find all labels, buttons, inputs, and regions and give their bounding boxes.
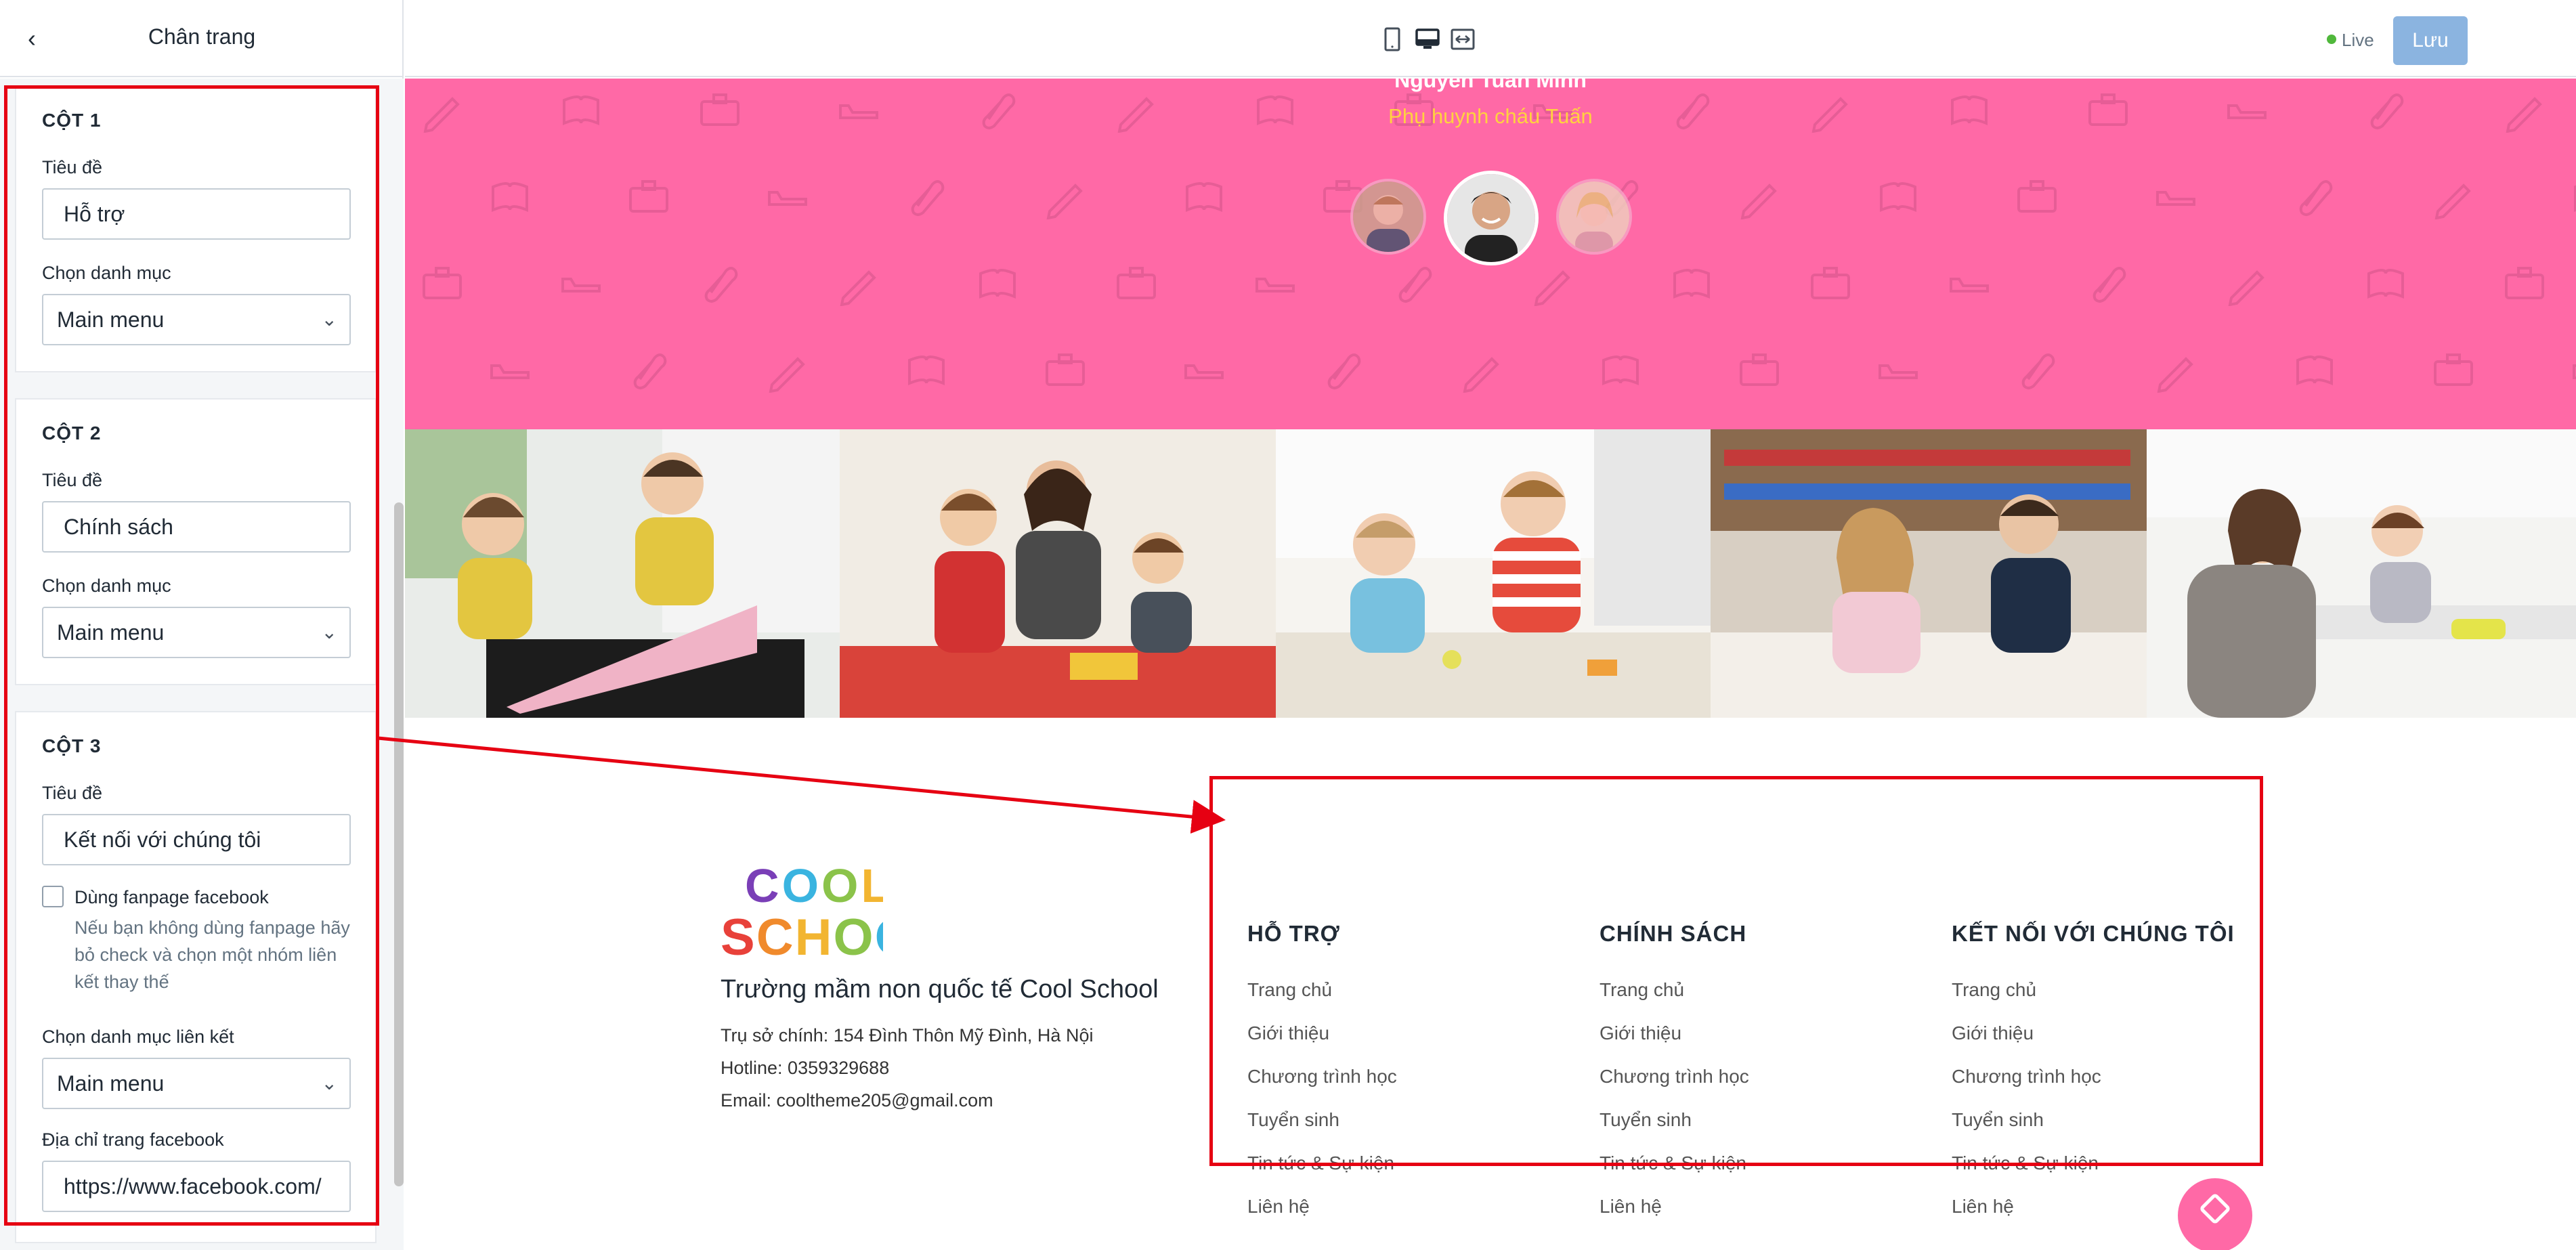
pattern-decoration — [1946, 259, 1993, 309]
logo-text-bottom: SCHOOL — [721, 909, 883, 966]
pattern-decoration — [486, 345, 534, 396]
pattern-decoration — [2430, 345, 2477, 396]
pattern-decoration — [903, 345, 950, 396]
fullwidth-icon[interactable] — [1449, 26, 1476, 53]
pattern-decoration — [1529, 259, 1576, 309]
footer-link[interactable]: Liên hệ — [1952, 1196, 2014, 1217]
pattern-decoration — [625, 172, 672, 223]
testimonial-role: Phụ huynh cháu Tuấn — [1388, 104, 1593, 128]
pattern-decoration — [1180, 345, 1228, 396]
preview-toolbar: Live Lưu — [405, 0, 2576, 77]
sidebar-scrollbar[interactable] — [394, 502, 404, 1186]
testimonial-name: Nguyễn Tuấn Minh — [1394, 79, 1587, 92]
pattern-decoration — [1042, 172, 1089, 223]
pattern-decoration — [2291, 172, 2338, 223]
footer-link[interactable]: Liên hệ — [1247, 1196, 1310, 1217]
pattern-decoration — [1874, 345, 1922, 396]
cool-school-logo[interactable]: COOL SCHOOL — [721, 857, 883, 966]
pattern-decoration — [1251, 259, 1299, 309]
pattern-decoration — [2152, 345, 2199, 396]
pattern-decoration — [1807, 259, 1854, 309]
avatar[interactable] — [1444, 171, 1539, 265]
pattern-decoration — [418, 259, 466, 309]
avatar[interactable] — [1556, 179, 1632, 255]
save-button[interactable]: Lưu — [2393, 16, 2468, 65]
logo-text-top: COOL — [745, 859, 883, 912]
annotation-box-sidebar — [4, 85, 379, 1226]
pattern-decoration — [2501, 259, 2548, 309]
pattern-decoration — [1736, 172, 1783, 223]
school-name: Trường mầm non quốc tế Cool School — [721, 975, 1159, 1004]
scroll-top-button[interactable] — [2178, 1178, 2252, 1250]
sidebar-header: ‹ Chân trang — [0, 0, 404, 77]
pattern-decoration — [903, 172, 950, 223]
live-status-label: Live — [2342, 30, 2374, 50]
pattern-decoration — [696, 259, 744, 309]
pattern-decoration — [764, 345, 811, 396]
annotation-box-footer-columns — [1209, 776, 2263, 1166]
desktop-icon[interactable] — [1414, 26, 1441, 53]
photo-gallery — [405, 429, 2576, 718]
footer-address: Trụ sở chính: 154 Đình Thôn Mỹ Đình, Hà … — [721, 1025, 1094, 1046]
pattern-decoration — [2013, 345, 2061, 396]
pattern-decoration — [1319, 345, 1367, 396]
pattern-decoration — [2569, 345, 2576, 396]
pattern-decoration — [1874, 172, 1922, 223]
pattern-decoration — [486, 172, 534, 223]
pattern-decoration — [1736, 345, 1783, 396]
pattern-decoration — [1113, 259, 1160, 309]
pattern-decoration — [1597, 345, 1644, 396]
pattern-decoration — [835, 259, 882, 309]
gallery-image[interactable] — [840, 429, 1276, 718]
pattern-decoration — [2569, 172, 2576, 223]
tablet-icon[interactable] — [1379, 26, 1406, 53]
pattern-decoration — [764, 172, 811, 223]
pattern-decoration — [2430, 172, 2477, 223]
footer-link[interactable]: Liên hệ — [1600, 1196, 1662, 1217]
footer-hotline: Hotline: 0359329688 — [721, 1058, 890, 1078]
live-status-dot — [2327, 35, 2336, 44]
pattern-decoration — [2291, 345, 2338, 396]
pattern-decoration — [625, 345, 672, 396]
pattern-decoration — [1180, 172, 1228, 223]
sidebar-title: Chân trang — [148, 24, 256, 49]
footer-email: Email: cooltheme205@gmail.com — [721, 1090, 993, 1111]
avatar[interactable] — [1350, 179, 1426, 255]
gallery-image[interactable] — [2147, 429, 2576, 718]
pattern-decoration — [1458, 345, 1505, 396]
gallery-image[interactable] — [1276, 429, 1711, 718]
pattern-decoration — [2223, 259, 2271, 309]
testimonial-section: Nguyễn Tuấn Minh Phụ huynh cháu Tuấn — [405, 79, 2576, 429]
pattern-decoration — [1668, 259, 1715, 309]
pattern-decoration — [2152, 172, 2199, 223]
pattern-decoration — [1390, 259, 1438, 309]
diamond-icon — [2198, 1192, 2232, 1226]
gallery-image[interactable] — [405, 429, 840, 718]
pattern-decoration — [557, 259, 605, 309]
pattern-decoration — [1042, 345, 1089, 396]
pattern-decoration — [2084, 259, 2132, 309]
pattern-decoration — [2362, 259, 2409, 309]
pattern-decoration — [2013, 172, 2061, 223]
pattern-decoration — [974, 259, 1021, 309]
gallery-image[interactable] — [1711, 429, 2147, 718]
